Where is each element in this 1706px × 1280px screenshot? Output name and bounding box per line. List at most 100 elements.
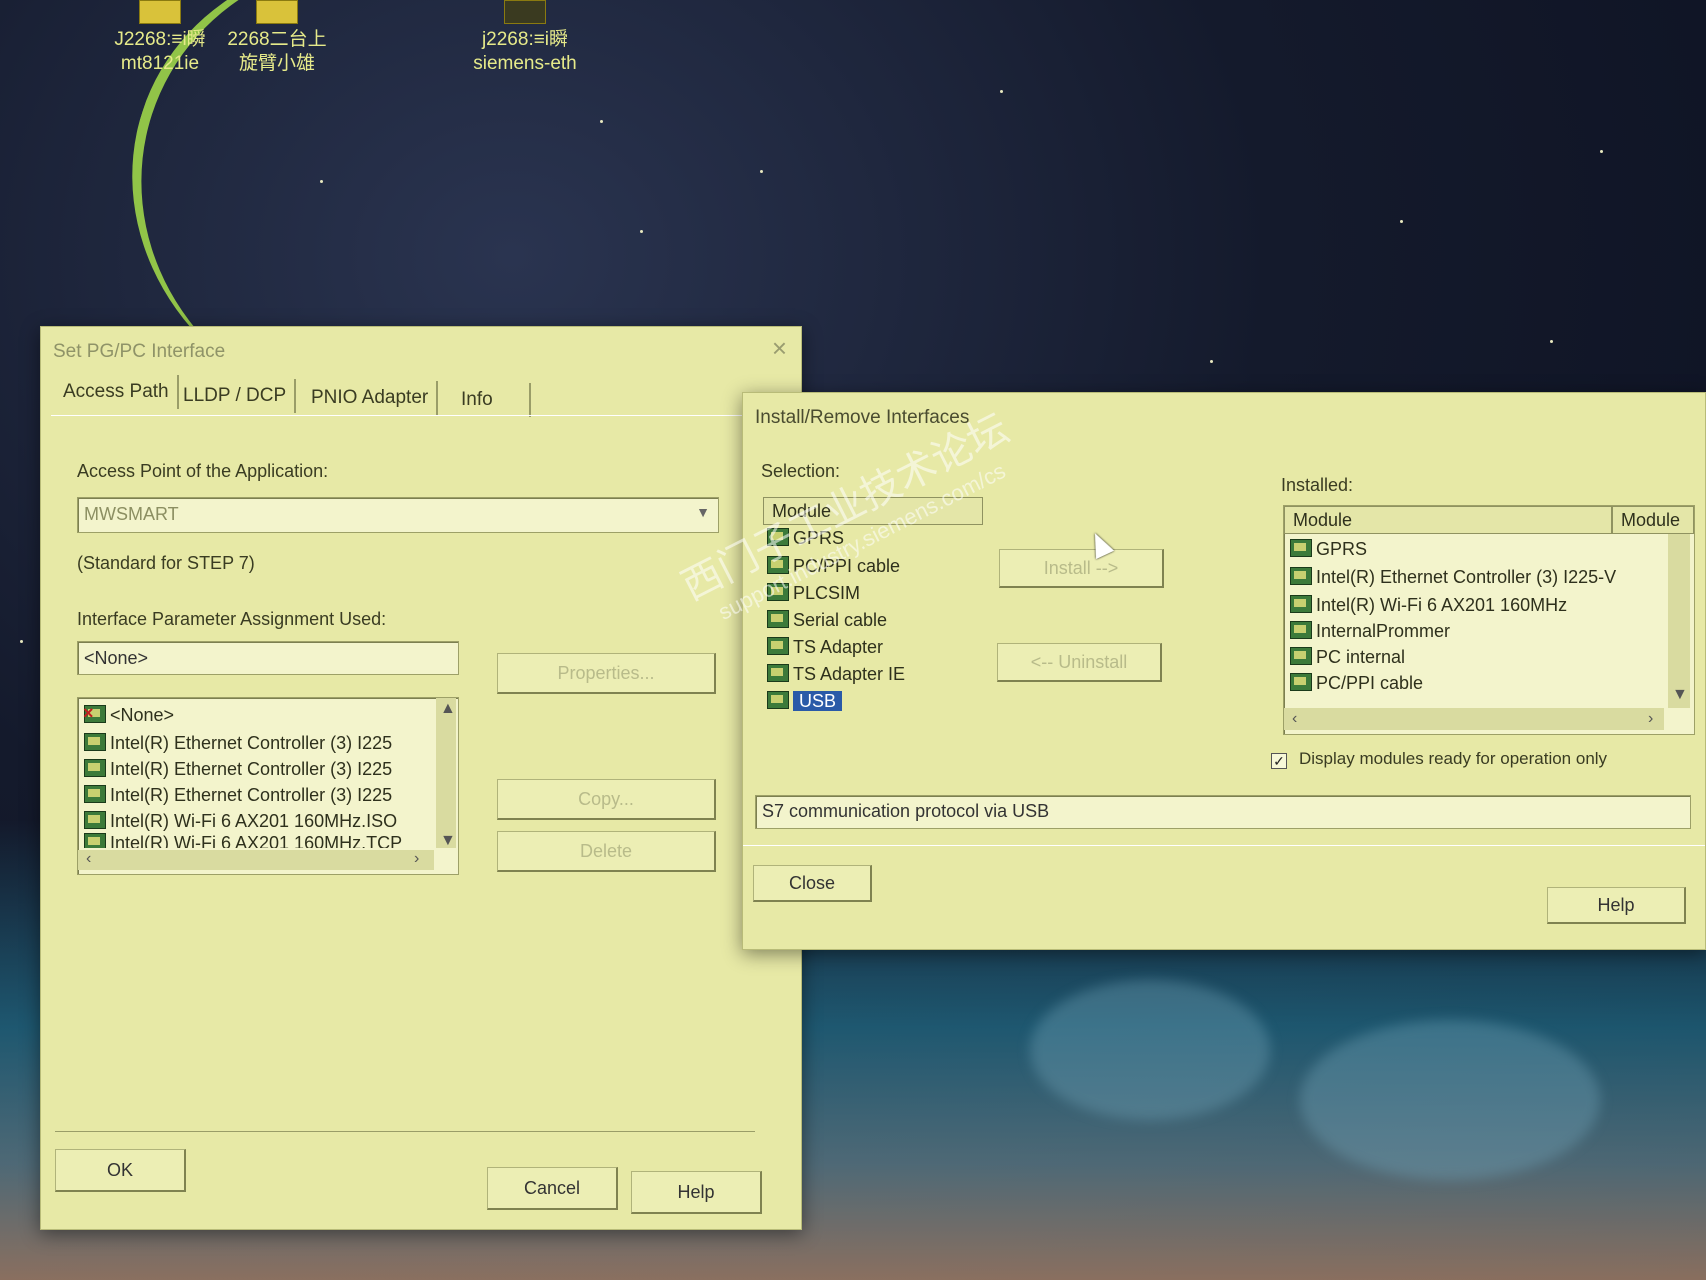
vertical-scrollbar[interactable] <box>436 698 456 848</box>
star <box>640 230 643 233</box>
list-item[interactable]: Intel(R) Wi-Fi 6 AX201 160MHz <box>1290 592 1567 618</box>
network-card-icon <box>767 637 789 655</box>
wallpaper-cloud <box>1300 1020 1600 1180</box>
network-card-icon <box>1290 567 1312 585</box>
install-button[interactable]: Install --> <box>999 549 1164 588</box>
chevron-down-icon[interactable]: ▼ <box>696 504 710 520</box>
star <box>600 120 603 123</box>
access-point-note: (Standard for STEP 7) <box>77 553 255 573</box>
list-item[interactable]: PC internal <box>1290 644 1405 670</box>
list-item[interactable]: PC/PPI cable <box>1290 670 1423 696</box>
desktop-icon-1[interactable]: J2268:≡i瞬 mt8121ie <box>105 0 215 76</box>
folder-icon <box>256 0 298 24</box>
installed-column-header[interactable]: Module <box>1612 506 1694 534</box>
network-card-icon <box>84 733 106 751</box>
close-button[interactable]: Close <box>753 865 872 902</box>
desktop-icon-label: 旋臂小雄 <box>238 53 315 74</box>
ready-modules-checkbox[interactable]: ✓ <box>1271 753 1287 769</box>
desktop-icon-3[interactable]: j2268:≡i瞬 siemens-eth <box>460 0 590 76</box>
scroll-down-icon[interactable]: ▼ <box>440 832 456 850</box>
horizontal-scrollbar[interactable] <box>78 850 434 870</box>
set-pgpc-interface-window: Set PG/PC Interface × Access Path LLDP /… <box>40 326 802 1230</box>
star <box>20 640 23 643</box>
horizontal-scrollbar[interactable] <box>1284 708 1664 730</box>
desktop-icon-label: 2268二台上 <box>227 29 327 50</box>
star <box>1210 360 1213 363</box>
access-point-label: Access Point of the Application: <box>77 461 329 481</box>
uninstall-button[interactable]: <-- Uninstall <box>997 643 1162 682</box>
network-card-icon <box>84 785 106 803</box>
network-card-icon <box>1290 595 1312 613</box>
ready-modules-label: Display modules ready for operation only <box>1299 749 1608 768</box>
list-item[interactable]: Intel(R) Ethernet Controller (3) I225-V <box>1290 564 1616 590</box>
delete-button[interactable]: Delete <box>497 831 716 872</box>
param-assignment-value: <None> <box>84 648 149 668</box>
copy-button[interactable]: Copy... <box>497 779 716 820</box>
list-item[interactable]: Serial cable <box>767 607 887 633</box>
desktop-icon-label: J2268:≡i瞬 <box>114 29 206 50</box>
close-icon[interactable]: × <box>772 333 787 364</box>
tab-info[interactable]: Info <box>453 383 531 417</box>
scroll-right-icon[interactable]: › <box>414 850 419 868</box>
installed-column-header[interactable]: Module <box>1284 506 1612 534</box>
description-text: S7 communication protocol via USB <box>762 801 1050 821</box>
desktop-icon-2[interactable]: 2268二台上 旋臂小雄 <box>222 0 332 76</box>
help-button[interactable]: Help <box>1547 887 1686 924</box>
list-item[interactable]: TS Adapter <box>767 634 883 660</box>
bottom-divider <box>743 845 1705 846</box>
list-item[interactable]: Intel(R) Ethernet Controller (3) I225 <box>84 730 392 756</box>
help-button[interactable]: Help <box>631 1171 762 1214</box>
star <box>760 170 763 173</box>
tab-pnio-adapter[interactable]: PNIO Adapter <box>303 381 439 415</box>
installed-list[interactable]: Module Module GPRS Intel(R) Ethernet Con… <box>1283 505 1695 735</box>
scroll-up-icon[interactable]: ▲ <box>440 700 456 718</box>
star <box>320 180 323 183</box>
star <box>1400 220 1403 223</box>
desktop-icon-label: siemens-eth <box>473 53 577 74</box>
network-card-icon <box>84 833 106 848</box>
scroll-left-icon[interactable]: ‹ <box>86 850 91 868</box>
list-item[interactable]: InternalPrommer <box>1290 618 1450 644</box>
window-title: Set PG/PC Interface <box>53 341 226 362</box>
desktop-icon-label: j2268:≡i瞬 <box>481 29 569 50</box>
wallpaper-cloud <box>1030 980 1270 1120</box>
vertical-scrollbar[interactable] <box>1668 534 1690 708</box>
network-card-icon <box>767 610 789 628</box>
network-card-icon <box>1290 673 1312 691</box>
network-card-icon <box>767 664 789 682</box>
scroll-right-icon[interactable]: › <box>1648 710 1653 728</box>
folder-icon <box>504 0 546 24</box>
bottom-divider <box>55 1131 755 1132</box>
star <box>1550 340 1553 343</box>
list-item[interactable]: GPRS <box>1290 536 1367 562</box>
network-card-icon <box>1290 621 1312 639</box>
scroll-down-icon[interactable]: ▼ <box>1672 686 1688 704</box>
tab-lldp-dcp[interactable]: LLDP / DCP <box>175 379 297 413</box>
properties-button[interactable]: Properties... <box>497 653 716 694</box>
param-assignment-field[interactable]: <None> <box>77 641 459 675</box>
scroll-left-icon[interactable]: ‹ <box>1292 710 1297 728</box>
list-item[interactable]: Intel(R) Wi-Fi 6 AX201 160MHz.TCP <box>84 830 402 848</box>
tab-divider <box>51 415 781 416</box>
cancel-button[interactable]: Cancel <box>487 1167 618 1210</box>
description-field: S7 communication protocol via USB <box>755 795 1691 829</box>
list-item[interactable]: Intel(R) Ethernet Controller (3) I225 <box>84 756 392 782</box>
star <box>1600 150 1603 153</box>
network-card-icon <box>1290 647 1312 665</box>
list-item[interactable]: TS Adapter IE <box>767 661 905 687</box>
network-card-icon <box>84 759 106 777</box>
list-item-selected[interactable]: USB <box>767 688 843 714</box>
usb-icon <box>767 691 789 709</box>
network-card-icon <box>84 811 106 829</box>
param-assignment-label: Interface Parameter Assignment Used: <box>77 609 387 629</box>
star <box>1000 90 1003 93</box>
access-point-value: MWSMART <box>84 504 179 524</box>
list-item[interactable]: Intel(R) Ethernet Controller (3) I225 <box>84 782 392 808</box>
installed-label: Installed: <box>1281 475 1354 495</box>
list-item[interactable]: <None> <box>83 700 174 728</box>
network-card-icon <box>1290 539 1312 557</box>
ok-button[interactable]: OK <box>55 1149 186 1192</box>
access-point-select[interactable]: MWSMART ▼ <box>77 497 719 533</box>
interface-list[interactable]: <None> Intel(R) Ethernet Controller (3) … <box>77 697 459 875</box>
tab-access-path[interactable]: Access Path <box>55 375 179 409</box>
